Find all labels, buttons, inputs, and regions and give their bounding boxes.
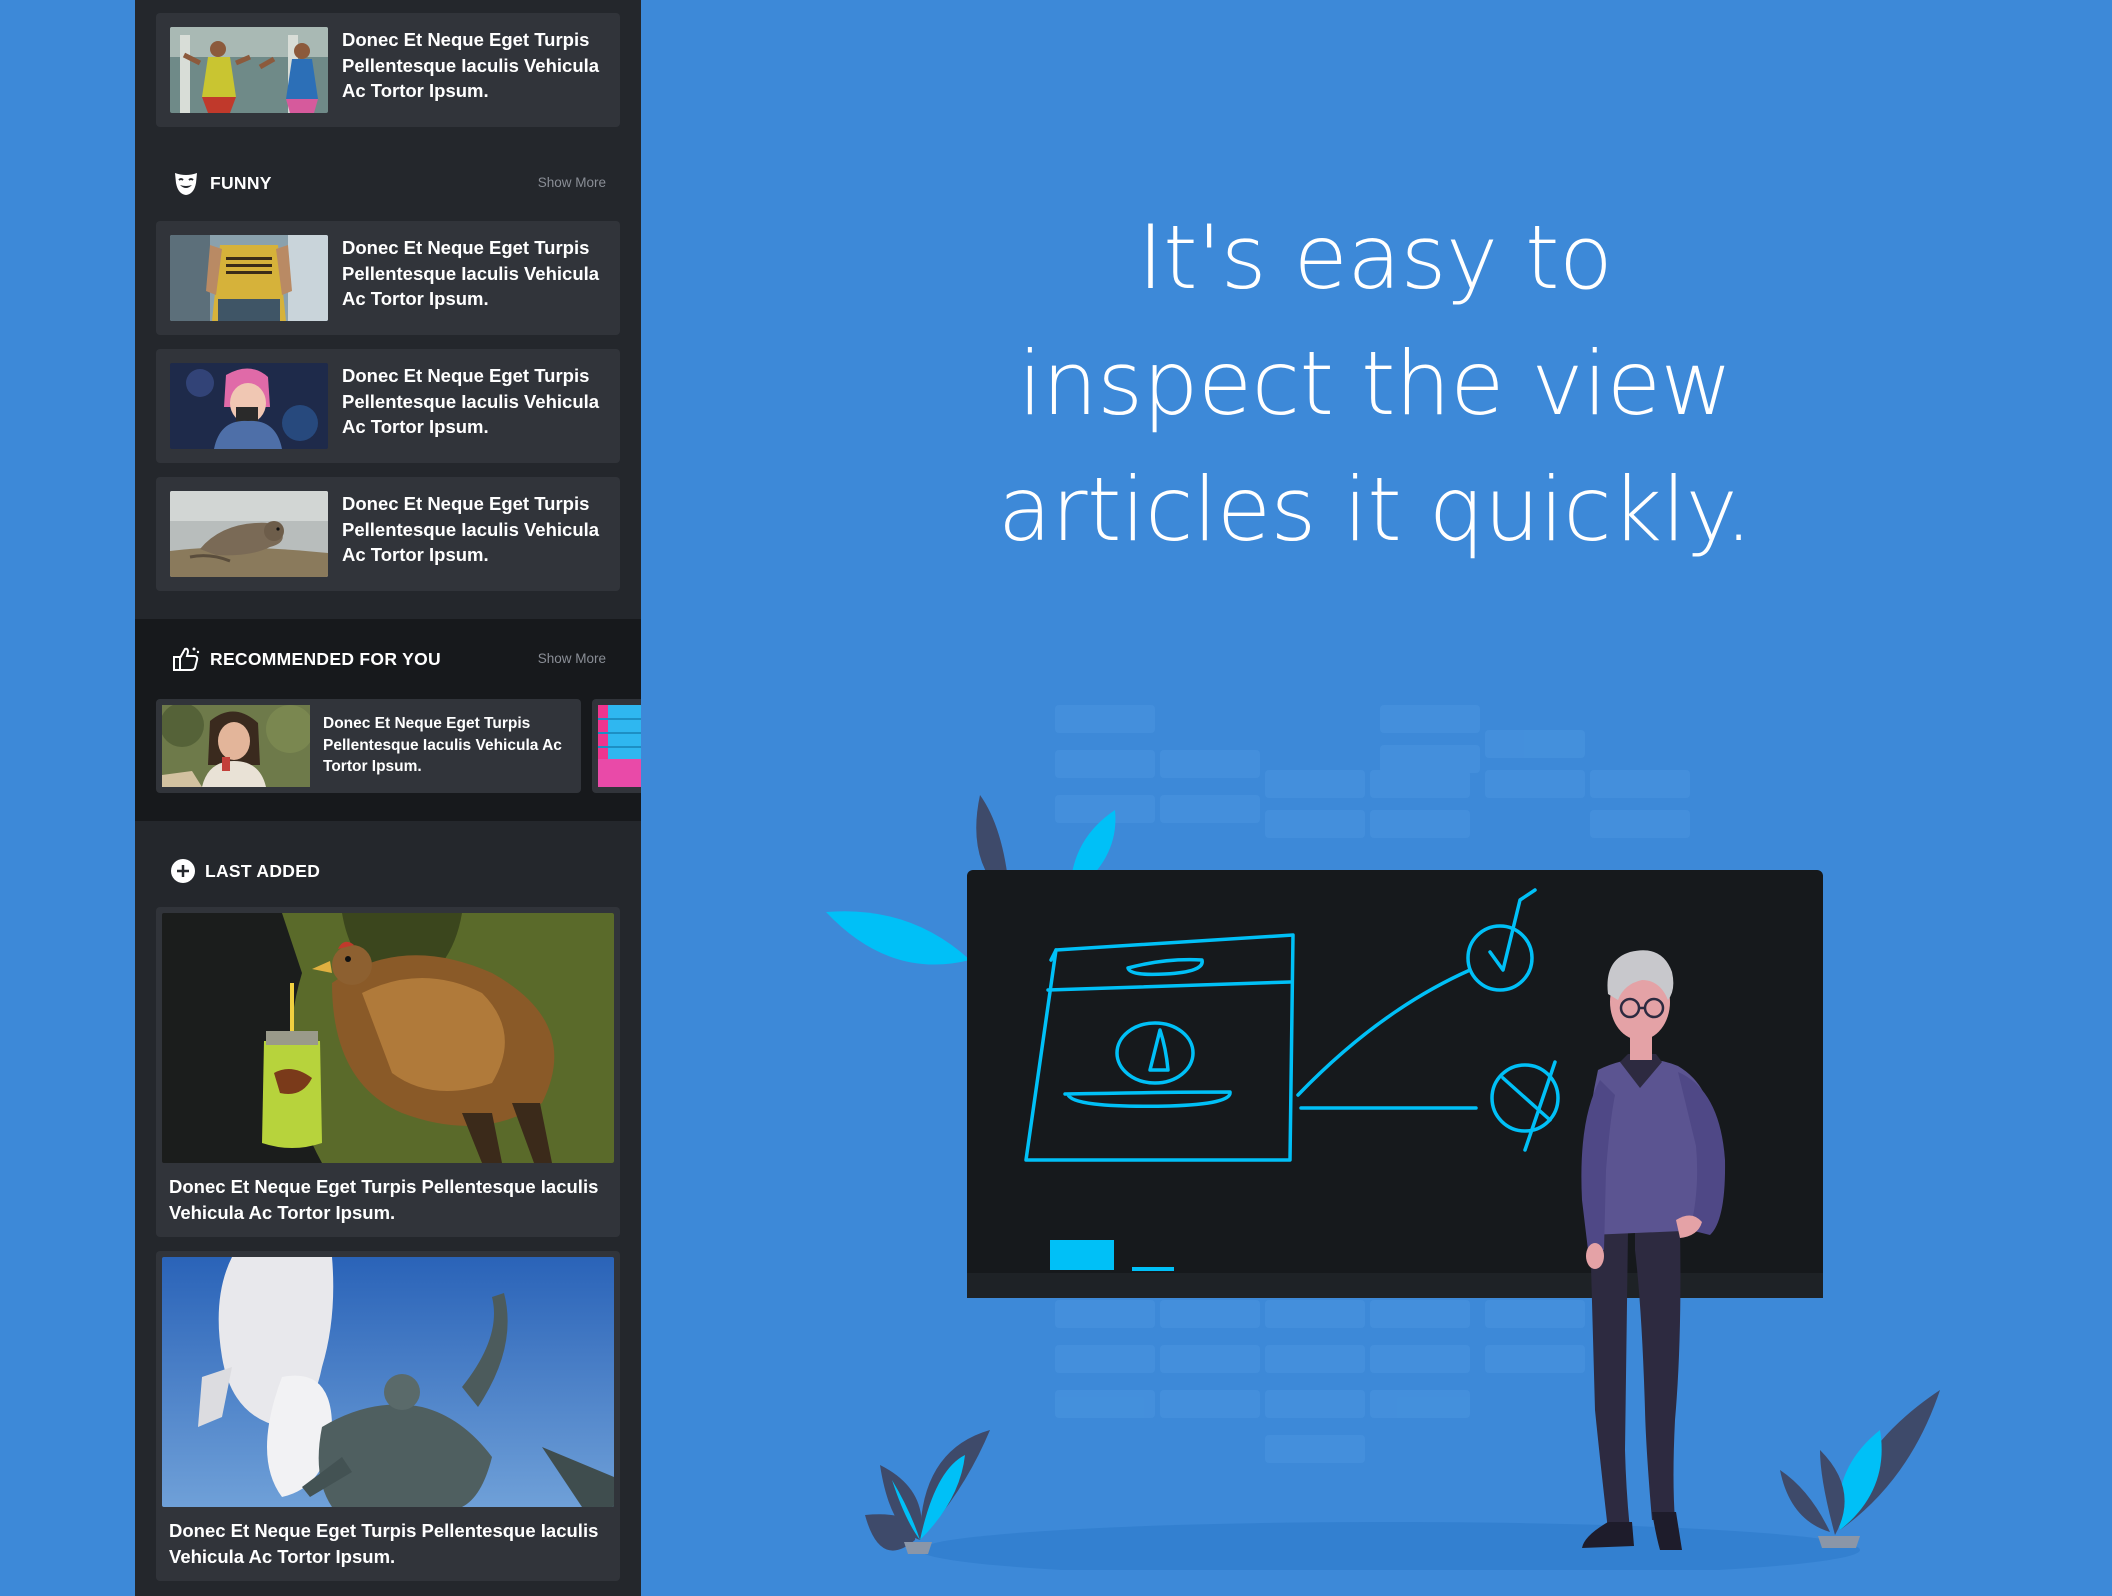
article-thumbnail xyxy=(170,235,328,321)
presenter-illustration xyxy=(826,705,1940,1570)
plant-left xyxy=(865,1430,990,1554)
article-thumbnail xyxy=(170,363,328,449)
headline-line: articles it quickly. xyxy=(997,458,1753,561)
hero-headline: It's easy to inspect the view articles i… xyxy=(915,195,1835,573)
article-card[interactable]: Donec Et Neque Eget Turpis Pellentesque … xyxy=(156,221,620,335)
article-card[interactable]: Donec Et Neque Eget Turpis Pellentesque … xyxy=(156,13,620,127)
section-title: FUNNY xyxy=(210,173,272,193)
recommended-card-peek[interactable] xyxy=(592,699,641,793)
article-image xyxy=(162,1257,614,1507)
article-title: Donec Et Neque Eget Turpis Pellentesque … xyxy=(169,1520,599,1567)
section-title: RECOMMENDED FOR YOU xyxy=(210,649,441,669)
article-title: Donec Et Neque Eget Turpis Pellentesque … xyxy=(342,493,600,565)
section-title: LAST ADDED xyxy=(205,861,321,881)
mask-icon xyxy=(172,169,200,197)
article-feed-panel: Donec Et Neque Eget Turpis Pellentesque … xyxy=(135,0,641,1596)
article-title: Donec Et Neque Eget Turpis Pellentesque … xyxy=(342,29,600,101)
headline-line: It's easy to xyxy=(1137,206,1613,309)
article-title: Donec Et Neque Eget Turpis Pellentesque … xyxy=(342,365,600,437)
recommended-card[interactable]: Donec Et Neque Eget Turpis Pellentesque … xyxy=(156,699,581,793)
thumbs-up-icon xyxy=(172,645,200,673)
headline-line: inspect the view xyxy=(1018,332,1732,435)
featured-article-card[interactable]: Donec Et Neque Eget Turpis Pellentesque … xyxy=(156,1251,620,1581)
section-header-recommended: RECOMMENDED FOR YOU Show More xyxy=(172,642,606,678)
show-more-link[interactable]: Show More xyxy=(538,651,606,666)
featured-article-card[interactable]: Donec Et Neque Eget Turpis Pellentesque … xyxy=(156,907,620,1237)
article-card[interactable]: Donec Et Neque Eget Turpis Pellentesque … xyxy=(156,477,620,591)
show-more-link[interactable]: Show More xyxy=(538,175,606,190)
article-thumbnail xyxy=(170,27,328,113)
floor-shadow xyxy=(920,1522,1860,1570)
section-header-last-added: LAST ADDED xyxy=(170,854,604,890)
plant-right xyxy=(1780,1390,1940,1548)
plus-circle-icon xyxy=(170,857,198,885)
article-thumbnail xyxy=(170,491,328,577)
section-header-funny: FUNNY Show More xyxy=(172,166,606,202)
leaf-cyan xyxy=(826,911,970,965)
article-title: Donec Et Neque Eget Turpis Pellentesque … xyxy=(342,237,600,309)
recommended-section: RECOMMENDED FOR YOU Show More Donec Et N… xyxy=(135,619,641,821)
article-title: Donec Et Neque Eget Turpis Pellentesque … xyxy=(323,715,562,775)
article-title: Donec Et Neque Eget Turpis Pellentesque … xyxy=(169,1176,599,1223)
article-image xyxy=(162,913,614,1163)
article-card[interactable]: Donec Et Neque Eget Turpis Pellentesque … xyxy=(156,349,620,463)
article-thumbnail xyxy=(162,705,310,787)
